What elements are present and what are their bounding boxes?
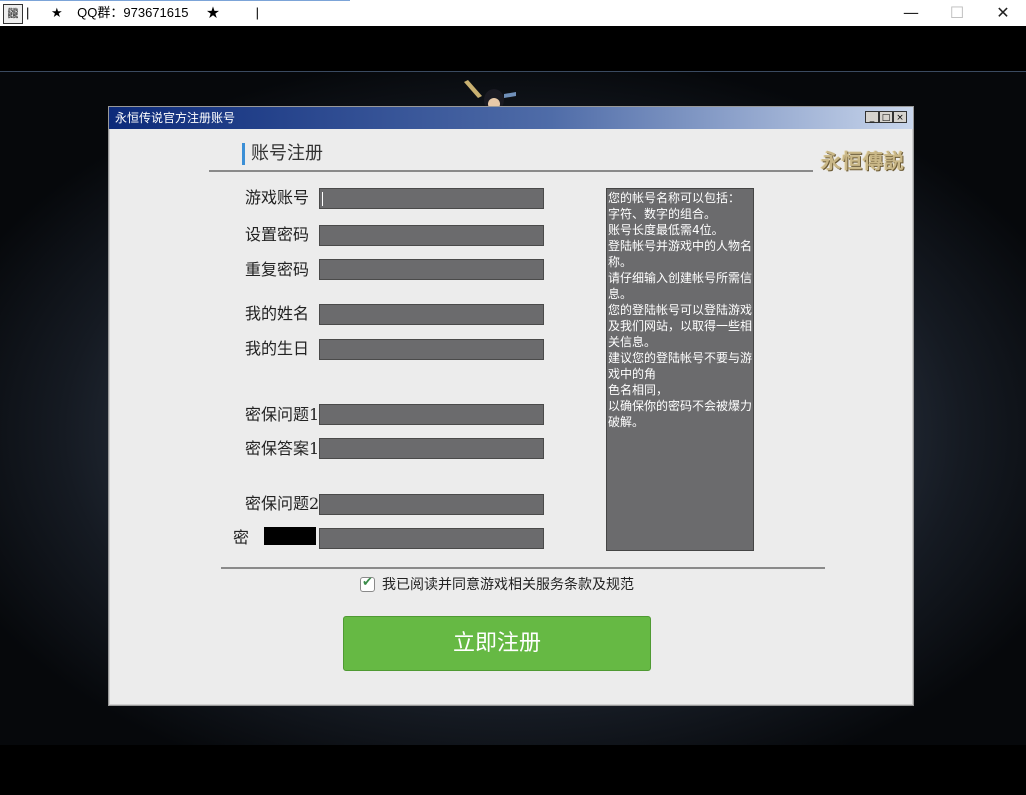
game-account-input[interactable] <box>319 188 544 209</box>
top-letterbox <box>0 26 1026 72</box>
section-accent-bar <box>242 143 245 165</box>
dialog-title: 永恒传说官方注册账号 <box>115 111 236 125</box>
tip-line: 您的帐号名称可以包括： <box>608 191 741 205</box>
label-repeat-password: 重复密码 <box>244 260 309 279</box>
window-title: | ★ QQ群：973671615 ★ | <box>26 5 259 20</box>
tip-line: 称。 <box>608 255 633 269</box>
close-button[interactable]: ✕ <box>980 0 1026 26</box>
tip-line: 字符、数字的组合。 <box>608 207 717 221</box>
tip-line: 破解。 <box>608 415 645 429</box>
dialog-close-button[interactable]: × <box>893 111 907 123</box>
label-my-birthday: 我的生日 <box>244 339 309 358</box>
redaction-block <box>264 527 316 545</box>
bottom-letterbox <box>0 745 1026 795</box>
security-answer-2-input[interactable] <box>319 528 544 549</box>
checkmark-icon: ✔ <box>362 575 373 590</box>
minimize-button[interactable]: — <box>888 0 934 26</box>
tip-line: 戏中的角 <box>608 367 657 381</box>
tip-line: 色名相同， <box>608 383 669 397</box>
tip-line: 您的登陆帐号可以登陆游戏 <box>608 303 753 317</box>
game-logo: 永恒傳説 <box>821 149 905 173</box>
my-birthday-input[interactable] <box>319 339 544 360</box>
dialog-minimize-button[interactable]: _ <box>865 111 879 123</box>
window-title-bar: 龖 | ★ QQ群：973671615 ★ | — ☐ ✕ <box>0 0 1026 26</box>
security-answer-1-input[interactable] <box>319 438 544 459</box>
tip-line: 息。 <box>608 287 633 301</box>
tip-line: 账号长度最低需4位。 <box>608 223 724 237</box>
maximize-button[interactable]: ☐ <box>934 0 980 26</box>
security-question-1-input[interactable] <box>319 404 544 425</box>
my-name-input[interactable] <box>319 304 544 325</box>
app-icon: 龖 <box>3 4 23 24</box>
agree-terms-checkbox[interactable]: ✔ <box>360 575 375 592</box>
label-security-answer-1: 密保答案1 <box>245 439 320 458</box>
label-security-question-1: 密保问题1 <box>245 405 320 424</box>
section-divider <box>209 170 813 172</box>
agree-terms-label[interactable]: 我已阅读并同意游戏相关服务条款及规范 <box>382 575 634 595</box>
top-letterbox-edge <box>0 71 1026 72</box>
label-security-question-2: 密保问题2 <box>245 494 320 513</box>
dialog-maximize-button[interactable]: □ <box>879 111 893 123</box>
title-bar-accent-line <box>0 0 350 1</box>
register-now-button[interactable]: 立即注册 <box>343 616 651 671</box>
dialog-title-bar: 永恒传说官方注册账号 _ □ × <box>109 107 913 129</box>
security-question-2-input[interactable] <box>319 494 544 515</box>
repeat-password-input[interactable] <box>319 259 544 280</box>
text-caret <box>322 192 323 206</box>
tip-line: 关信息。 <box>608 335 657 349</box>
registration-dialog: 永恒传说官方注册账号 _ □ × 账号注册 永恒傳説 游戏账号 设置密码 重复密… <box>108 106 914 706</box>
tip-line: 请仔细输入创建帐号所需信 <box>608 271 753 285</box>
dialog-controls: _ □ × <box>865 111 907 123</box>
section-title: 账号注册 <box>251 143 323 164</box>
tip-line: 建议您的登陆帐号不要与游 <box>608 351 753 365</box>
label-security-answer-2: 密 <box>232 528 249 547</box>
tip-line: 登陆帐号并游戏中的人物名 <box>608 239 753 253</box>
label-my-name: 我的姓名 <box>244 304 309 323</box>
tip-line: 以确保你的密码不会被爆力 <box>608 399 753 413</box>
label-game-account: 游戏账号 <box>244 188 309 207</box>
set-password-input[interactable] <box>319 225 544 246</box>
form-bottom-divider <box>221 567 825 569</box>
account-tips-panel: 您的帐号名称可以包括： 字符、数字的组合。 账号长度最低需4位。 登陆帐号并游戏… <box>606 188 754 551</box>
label-set-password: 设置密码 <box>244 225 309 244</box>
tip-line: 及我们网站，以取得一些相 <box>608 319 753 333</box>
